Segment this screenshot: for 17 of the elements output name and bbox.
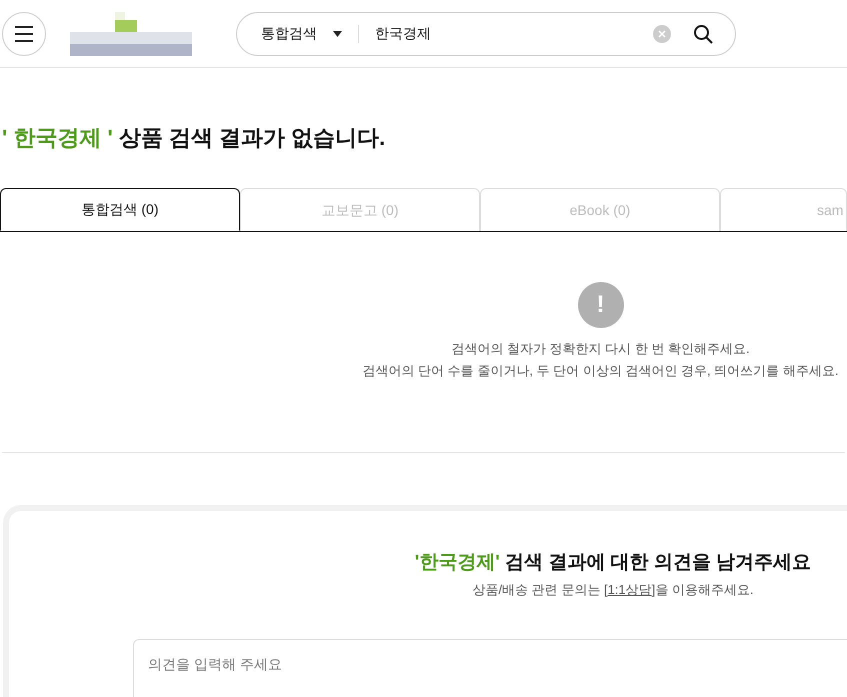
feedback-title: '한국경제' 검색 결과에 대한 의견을 남겨주세요 xyxy=(414,551,812,575)
feedback-input[interactable]: 의견을 입력해 주세요 xyxy=(133,639,847,697)
search-icon xyxy=(693,24,713,44)
search-button[interactable] xyxy=(693,24,713,44)
menu-button[interactable] xyxy=(2,12,46,56)
hint-text: 검색어의 철자가 정확한지 다시 한 번 확인해주세요. xyxy=(451,340,750,358)
search-scope-dropdown[interactable]: 통합검색 xyxy=(261,24,359,42)
consult-link[interactable]: 1:1상담 xyxy=(608,582,652,596)
caret-icon xyxy=(333,30,342,36)
tab[interactable]: 통합검색 (0) xyxy=(0,188,240,231)
result-heading: ' 한국경제 ' 상품 검색 결과가 없습니다. xyxy=(2,124,386,152)
menu-icon xyxy=(14,26,34,42)
alert-icon: ! xyxy=(578,282,624,328)
search-field[interactable]: 통합검색 한국경제 xyxy=(236,12,736,56)
feedback-note: 상품/배송 관련 문의는 [1:1상담]을 이용해주세요. xyxy=(472,580,754,599)
close-icon xyxy=(658,30,666,38)
hint-text: 검색어의 단어 수를 줄이거나, 두 단어 이상의 검색어인 경우, 띄어쓰기를 해주세요. xyxy=(362,362,838,380)
